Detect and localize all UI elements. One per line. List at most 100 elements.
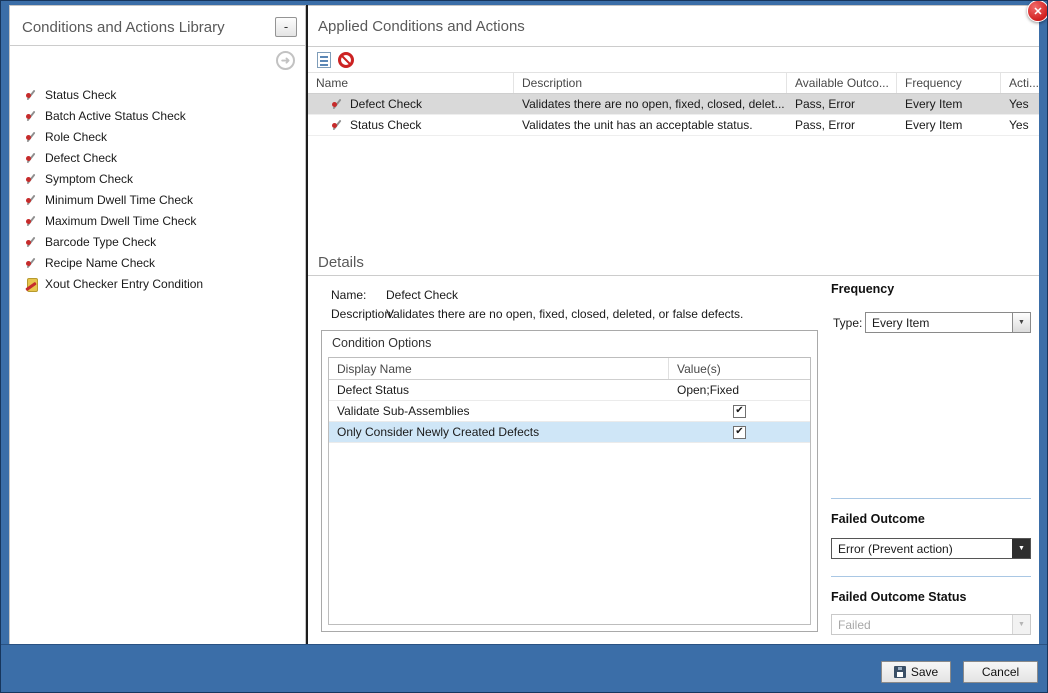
option-row-validate-sub-assemblies[interactable]: Validate Sub-Assemblies ✔ [329, 401, 810, 422]
checkbox-checked[interactable]: ✔ [733, 405, 746, 418]
condition-options-title: Condition Options [322, 331, 817, 354]
applied-row-frequency: Every Item [897, 94, 1001, 114]
condition-icon [24, 172, 38, 186]
failed-outcome-status-heading: Failed Outcome Status [831, 590, 966, 604]
library-item-minimum-dwell-time-check[interactable]: Minimum Dwell Time Check [10, 189, 305, 210]
details-title: Details [318, 254, 364, 271]
option-display-name: Only Consider Newly Created Defects [329, 422, 669, 442]
library-item-label: Minimum Dwell Time Check [45, 193, 193, 207]
frequency-heading: Frequency [831, 282, 894, 296]
condition-icon [24, 88, 38, 102]
condition-icon [24, 235, 38, 249]
details-name-row: Name: Defect Check [331, 288, 458, 302]
option-row-defect-status[interactable]: Defect Status Open;Fixed [329, 380, 810, 401]
option-display-name: Defect Status [329, 380, 669, 400]
conditions-actions-window: ✕ Conditions and Actions Library - ➜ Sta… [0, 0, 1048, 693]
library-arrow-row: ➜ [10, 46, 305, 72]
applied-row-active: Yes [1001, 94, 1039, 114]
applied-row-outcomes: Pass, Error [787, 94, 897, 114]
footer-bar: Save Cancel [1, 644, 1047, 692]
frequency-type-select[interactable]: Every Item ▼ [865, 312, 1031, 333]
library-item-symptom-check[interactable]: Symptom Check [10, 168, 305, 189]
library-item-label: Xout Checker Entry Condition [45, 277, 203, 291]
column-header-active[interactable]: Acti... [1001, 73, 1039, 93]
library-item-label: Barcode Type Check [45, 235, 156, 249]
details-right-column: Frequency Type: Every Item ▼ Failed Outc… [831, 276, 1031, 644]
column-header-values[interactable]: Value(s) [669, 358, 810, 379]
cancel-button[interactable]: Cancel [963, 661, 1038, 683]
name-label: Name: [331, 288, 386, 302]
library-item-barcode-type-check[interactable]: Barcode Type Check [10, 231, 305, 252]
dropdown-arrow-glyph: ▼ [1018, 319, 1025, 326]
condition-icon [24, 193, 38, 207]
close-button[interactable]: ✕ [1027, 0, 1048, 22]
description-value: Validates there are no open, fixed, clos… [386, 307, 743, 321]
save-button[interactable]: Save [881, 661, 951, 683]
checkbox-checked[interactable]: ✔ [733, 426, 746, 439]
applied-row-name: Status Check [308, 115, 514, 135]
applied-panel: Applied Conditions and Actions Name Desc… [308, 5, 1039, 644]
library-item-label: Recipe Name Check [45, 256, 155, 270]
remove-condition-icon[interactable] [338, 52, 354, 68]
condition-icon [24, 151, 38, 165]
apply-condition-arrow-button[interactable]: ➜ [276, 51, 295, 70]
failed-outcome-value: Error (Prevent action) [832, 539, 1012, 558]
library-item-batch-active-status-check[interactable]: Batch Active Status Check [10, 105, 305, 126]
close-icon: ✕ [1033, 5, 1042, 18]
library-item-role-check[interactable]: Role Check [10, 126, 305, 147]
dropdown-arrow-glyph: ▼ [1018, 545, 1025, 552]
failed-outcome-status-value: Failed [832, 615, 1012, 634]
applied-row-name: Defect Check [308, 94, 514, 114]
column-header-description[interactable]: Description [514, 73, 787, 93]
column-header-display-name[interactable]: Display Name [329, 358, 669, 379]
column-header-frequency[interactable]: Frequency [897, 73, 1001, 93]
details-header: Details [308, 250, 1039, 276]
failed-outcome-select[interactable]: Error (Prevent action) ▼ [831, 538, 1031, 559]
option-row-only-consider-newly-created-defects[interactable]: Only Consider Newly Created Defects ✔ [329, 422, 810, 443]
window-chrome-right [1039, 1, 1047, 692]
library-header: Conditions and Actions Library - [10, 6, 305, 46]
chevron-down-icon[interactable]: ▼ [1012, 313, 1030, 332]
condition-icon [24, 256, 38, 270]
applied-row-outcomes: Pass, Error [787, 115, 897, 135]
applied-toolbar [308, 47, 1039, 72]
collapse-library-button[interactable]: - [275, 17, 297, 37]
failed-outcome-heading: Failed Outcome [831, 512, 925, 526]
library-item-label: Maximum Dwell Time Check [45, 214, 196, 228]
applied-row-frequency: Every Item [897, 115, 1001, 135]
details-body: Name: Defect Check Description: Validate… [308, 276, 1039, 644]
arrow-right-icon: ➜ [281, 54, 290, 67]
applied-grid-header: Name Description Available Outco... Freq… [308, 72, 1039, 94]
option-value: ✔ [669, 422, 810, 442]
library-item-recipe-name-check[interactable]: Recipe Name Check [10, 252, 305, 273]
xout-checker-icon [24, 277, 38, 291]
dropdown-arrow-glyph: ▼ [1018, 621, 1025, 628]
library-item-label: Batch Active Status Check [45, 109, 186, 123]
applied-row-active: Yes [1001, 115, 1039, 135]
library-title: Conditions and Actions Library [22, 19, 275, 36]
library-item-status-check[interactable]: Status Check [10, 84, 305, 105]
details-description-row: Description: Validates there are no open… [331, 307, 743, 321]
condition-icon [24, 109, 38, 123]
edit-condition-icon[interactable] [317, 52, 331, 68]
library-item-maximum-dwell-time-check[interactable]: Maximum Dwell Time Check [10, 210, 305, 231]
condition-icon [330, 97, 344, 111]
name-value: Defect Check [386, 288, 458, 302]
chevron-down-icon[interactable]: ▼ [1012, 539, 1030, 558]
library-item-xout-checker-entry-condition[interactable]: Xout Checker Entry Condition [10, 273, 305, 294]
library-item-defect-check[interactable]: Defect Check [10, 147, 305, 168]
option-value[interactable]: Open;Fixed [669, 380, 810, 400]
check-icon: ✔ [735, 406, 743, 416]
option-value: ✔ [669, 401, 810, 421]
library-item-label: Symptom Check [45, 172, 133, 186]
column-header-name[interactable]: Name [308, 73, 514, 93]
column-header-available-outcomes[interactable]: Available Outco... [787, 73, 897, 93]
description-label: Description: [331, 307, 386, 321]
library-item-label: Role Check [45, 130, 107, 144]
applied-row-defect-check[interactable]: Defect Check Validates there are no open… [308, 94, 1039, 115]
save-button-label: Save [911, 665, 938, 679]
applied-row-status-check[interactable]: Status Check Validates the unit has an a… [308, 115, 1039, 136]
library-item-label: Defect Check [45, 151, 117, 165]
applied-row-name-label: Status Check [350, 118, 421, 132]
separator [831, 576, 1031, 577]
